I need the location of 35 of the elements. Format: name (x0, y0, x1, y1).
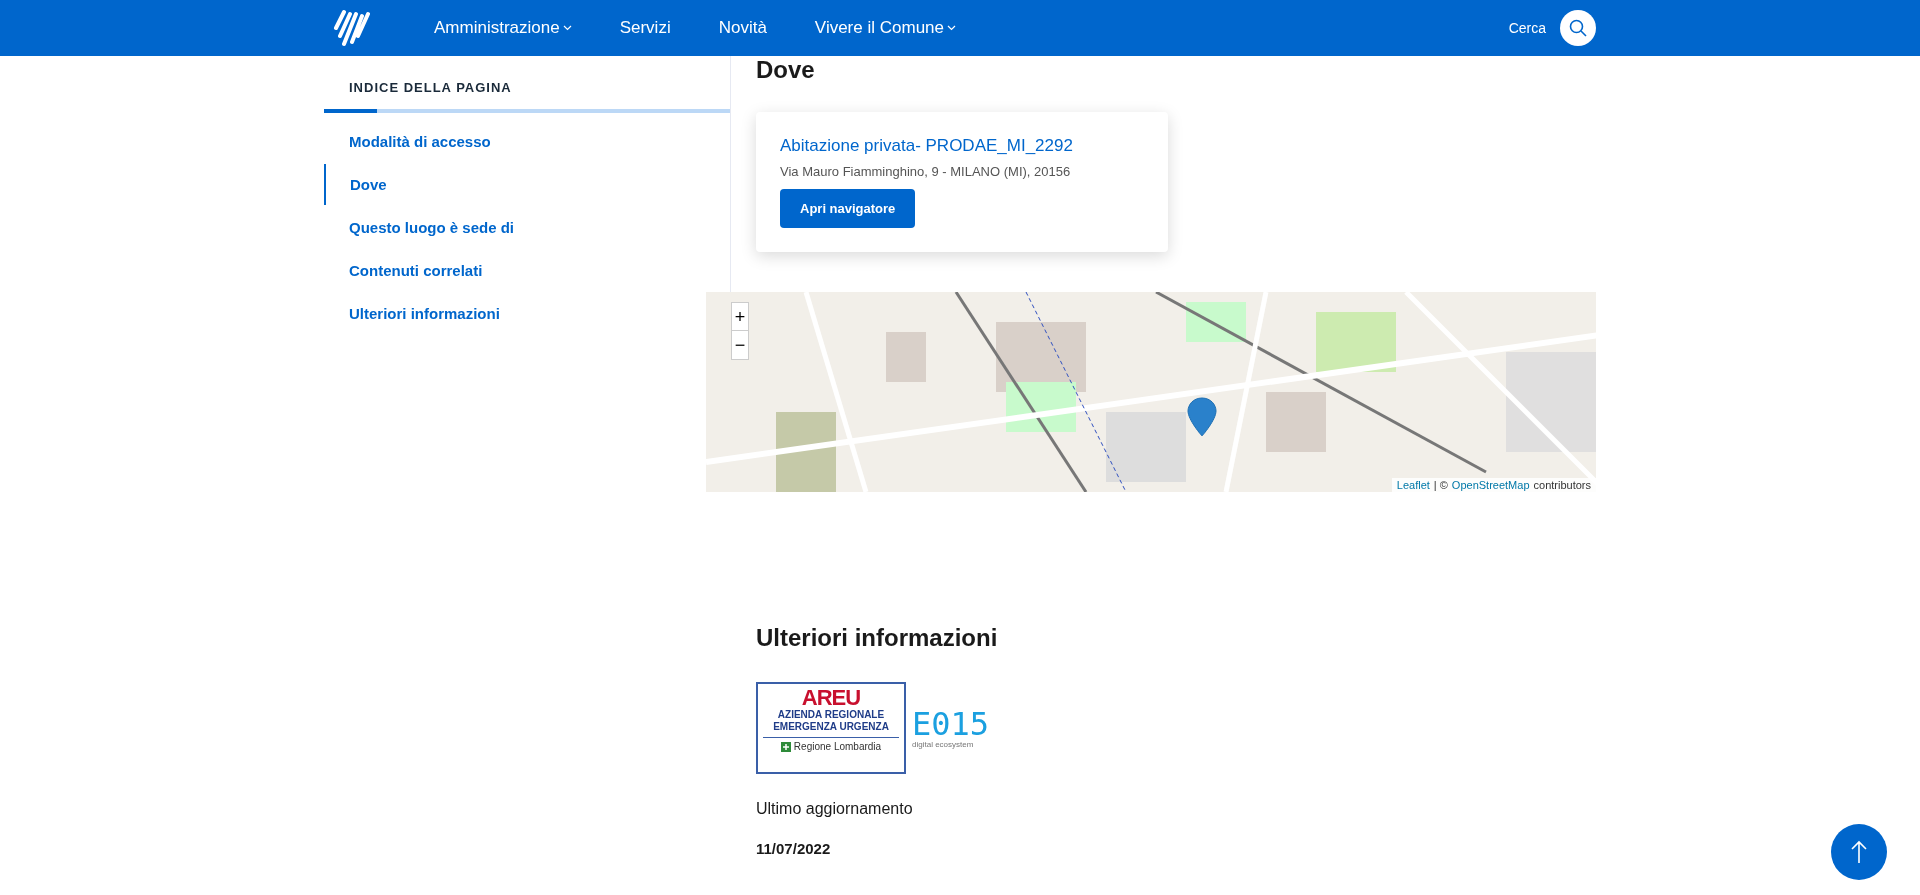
logo-text: AREU (801, 687, 861, 709)
logo-text: AZIENDA REGIONALE (777, 709, 885, 721)
attribution-link[interactable]: Leaflet (1396, 479, 1430, 491)
nav-link[interactable]: Servizi (595, 18, 695, 38)
attribution-link[interactable]: OpenStreetMap (1451, 479, 1530, 491)
address-text: Via Mauro Fiamminghino, 9 - MILANO (MI), 20156 (780, 164, 1072, 179)
logo-text: Regione Lombardia (793, 741, 882, 752)
section-heading: Ulteriori informazioni (756, 624, 999, 652)
update-date: 11/07/2022 (756, 840, 832, 857)
nav-link[interactable]: Novità (694, 18, 791, 38)
logo-text: EMERGENZA URGENZA (773, 721, 889, 733)
arrow-up-icon (1850, 840, 1868, 864)
sidebar-link[interactable]: Ulteriori informazioni (322, 293, 500, 334)
sidebar-link[interactable]: Dove (324, 164, 387, 205)
sidebar-link[interactable]: Modalità di accesso (322, 121, 491, 162)
nav-link[interactable]: Vivere il Comune (790, 18, 980, 38)
update-label: Ultimo aggiornamento (756, 800, 914, 818)
navigator-button[interactable]: Apri navigatore (780, 189, 916, 228)
nav-link[interactable]: Amministrazione (410, 18, 596, 38)
section-heading: Dove (756, 56, 816, 84)
chevron-down-icon (947, 25, 956, 31)
sidebar-link[interactable]: Contenuti correlati (322, 250, 483, 291)
search-button[interactable] (1560, 10, 1596, 46)
attribution-text: contributors (1533, 479, 1591, 491)
region-emblem-icon (780, 741, 791, 752)
sidebar-link[interactable]: Questo luogo è sede di (322, 207, 515, 248)
attribution-text: | © (1433, 479, 1448, 491)
chevron-down-icon (562, 25, 572, 31)
logo-text: E015 (912, 707, 990, 740)
sidebar-title: INDICE DELLA PAGINA (348, 80, 513, 95)
location-link[interactable]: Abitazione privata- PRODAE_MI_2292 (780, 136, 1144, 156)
logo-tagline: digital ecosystem (912, 739, 975, 749)
search-icon (1569, 19, 1587, 37)
search-label: Cerca (1508, 20, 1546, 36)
back-to-top-button[interactable] (1831, 824, 1887, 880)
